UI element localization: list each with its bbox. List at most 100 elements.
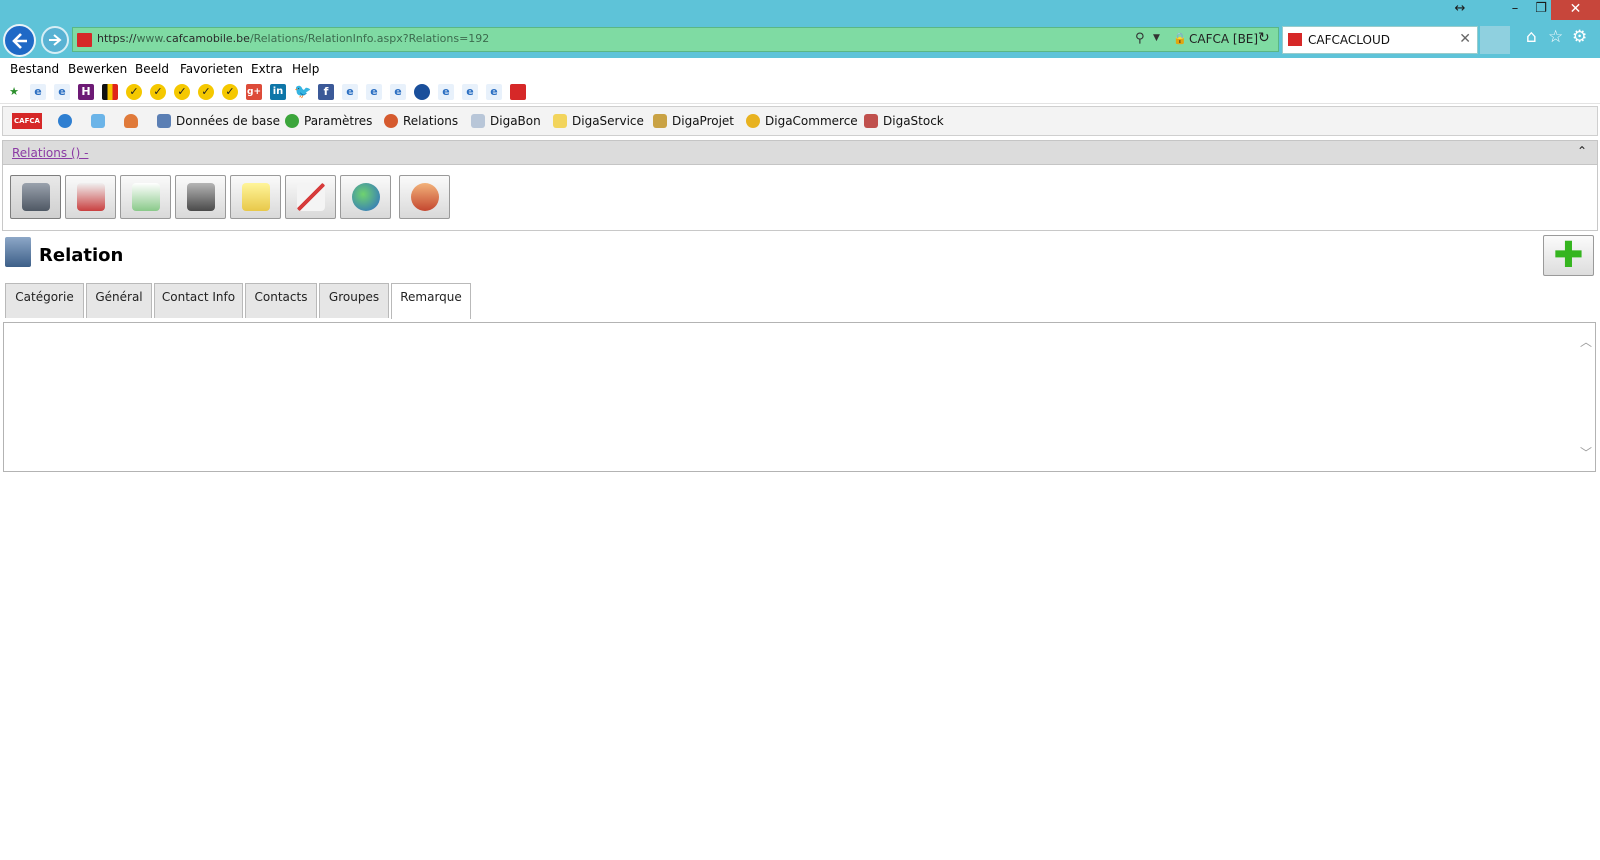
add-button[interactable]: ✚ [1543, 235, 1594, 276]
yellow-site-icon[interactable]: ✓ [174, 84, 190, 100]
close-icon[interactable]: ✕ [1459, 31, 1471, 47]
address-bar[interactable]: https://www.cafcamobile.be/Relations/Rel… [72, 27, 1279, 52]
menu-help[interactable]: Help [292, 62, 319, 76]
web-button[interactable] [340, 175, 391, 219]
no-document-button[interactable] [285, 175, 336, 219]
resize-icon[interactable]: ↔ [1447, 0, 1473, 20]
menu-bestand[interactable]: Bestand [10, 62, 59, 76]
url-domain: cafcamobile.be [165, 32, 250, 45]
url-path: /Relations/RelationInfo.aspx?Relations=1… [249, 32, 490, 45]
settings-icon [285, 114, 299, 128]
menu-digaservice[interactable]: DigaService [553, 107, 644, 135]
menu-digabon[interactable]: DigaBon [471, 107, 541, 135]
browser-menubar: Bestand Bewerken Beeld Favorieten Extra … [0, 58, 1600, 80]
sync-menu-icon[interactable] [91, 107, 105, 135]
forward-button[interactable] [41, 26, 69, 54]
new-tab-button[interactable] [1480, 26, 1510, 54]
tab-contact-info[interactable]: Contact Info [154, 283, 243, 318]
envelope-icon [131, 183, 160, 211]
add-favorite-icon[interactable]: ★ [6, 84, 22, 100]
yellow-site-icon[interactable]: ✓ [222, 84, 238, 100]
menu-extra[interactable]: Extra [251, 62, 283, 76]
remark-textarea[interactable] [5, 324, 1579, 470]
scroll-up-icon[interactable]: ︿ [1580, 333, 1592, 350]
menu-digastock[interactable]: DigaStock [864, 107, 944, 135]
address-url[interactable]: https://www.cafcamobile.be/Relations/Rel… [97, 32, 489, 45]
close-window-button[interactable]: ✕ [1551, 0, 1600, 20]
home-icon[interactable]: ⌂ [1526, 27, 1537, 47]
contacts-button[interactable] [399, 175, 450, 219]
user-menu-icon[interactable] [124, 107, 138, 135]
forward-arrow-icon [49, 34, 62, 46]
breadcrumb-link[interactable]: Relations () - [12, 146, 88, 160]
tab-categorie[interactable]: Catégorie [5, 283, 84, 318]
linkedin-icon[interactable]: in [270, 84, 286, 100]
mail-button[interactable] [120, 175, 171, 219]
menu-label: DigaBon [490, 114, 541, 128]
certificate-label[interactable]: CAFCA [BE] [1189, 32, 1258, 46]
ie-link-icon[interactable]: e [30, 84, 46, 100]
tab-groupes[interactable]: Groupes [319, 283, 389, 318]
document-blocked-icon [296, 183, 325, 211]
twitter-icon[interactable]: 🐦 [294, 84, 311, 100]
back-button[interactable] [3, 24, 36, 57]
relation-icon-toolbar [2, 165, 1598, 231]
menu-label: DigaStock [883, 114, 944, 128]
tab-title: CAFCACLOUD [1308, 33, 1390, 47]
tab-contacts[interactable]: Contacts [245, 283, 317, 318]
building-button[interactable] [10, 175, 61, 219]
globe-menu-icon[interactable] [58, 107, 72, 135]
tab-remarque[interactable]: Remarque [391, 283, 471, 319]
h-logo-icon[interactable]: H [78, 84, 94, 100]
folder-icon [241, 183, 270, 211]
ie-link-icon[interactable]: e [342, 84, 358, 100]
ie-link-icon[interactable]: e [486, 84, 502, 100]
back-arrow-icon [11, 32, 27, 49]
yellow-site-icon[interactable]: ✓ [126, 84, 142, 100]
facebook-icon[interactable]: f [318, 84, 334, 100]
url-subdomain: www. [136, 32, 166, 45]
ie-link-icon[interactable]: e [438, 84, 454, 100]
gear-icon[interactable]: ⚙ [1572, 27, 1587, 47]
tab-favicon-icon [1288, 33, 1302, 46]
cafca-logo[interactable]: CAFCA [12, 113, 42, 129]
gift-button[interactable] [65, 175, 116, 219]
scroll-down-icon[interactable]: ﹀ [1580, 444, 1592, 461]
refresh-icon[interactable]: ↻ [1258, 30, 1270, 46]
chevron-down-icon[interactable]: ▼ [1153, 33, 1160, 43]
ie-link-icon[interactable]: e [390, 84, 406, 100]
page-title: Relation [39, 245, 124, 266]
cafca-logo-icon[interactable] [510, 84, 526, 100]
ie-link-icon[interactable]: e [54, 84, 70, 100]
globe-icon[interactable] [414, 84, 430, 100]
browser-tab[interactable]: CAFCACLOUD ✕ [1282, 26, 1478, 54]
browser-nav-row: https://www.cafcamobile.be/Relations/Rel… [0, 20, 1600, 58]
tab-general[interactable]: Général [86, 283, 152, 318]
app-main-menu: CAFCA Données de base Paramètres Relatio… [2, 106, 1598, 136]
ie-link-icon[interactable]: e [462, 84, 478, 100]
collapse-icon[interactable]: ⌃ [1577, 144, 1587, 158]
menu-parametres[interactable]: Paramètres [285, 107, 372, 135]
yellow-site-icon[interactable]: ✓ [198, 84, 214, 100]
building-icon [5, 237, 31, 267]
menu-relations[interactable]: Relations [384, 107, 458, 135]
belgium-flag-icon[interactable] [102, 84, 118, 100]
menu-bewerken[interactable]: Bewerken [68, 62, 127, 76]
minimize-button[interactable]: – [1502, 0, 1528, 20]
project-icon [653, 114, 667, 128]
favorites-star-icon[interactable]: ☆ [1548, 27, 1563, 47]
google-plus-icon[interactable]: g+ [246, 84, 262, 100]
search-icon[interactable]: ⚲ [1135, 31, 1145, 46]
folder-button[interactable] [230, 175, 281, 219]
menu-donnees-de-base[interactable]: Données de base [157, 107, 280, 135]
yellow-site-icon[interactable]: ✓ [150, 84, 166, 100]
lock-icon[interactable]: 🔒 [1173, 32, 1187, 45]
ie-link-icon[interactable]: e [366, 84, 382, 100]
phone-button[interactable] [175, 175, 226, 219]
menu-favorieten[interactable]: Favorieten [180, 62, 243, 76]
menu-label: Paramètres [304, 114, 373, 128]
menu-digacommerce[interactable]: DigaCommerce [746, 107, 858, 135]
menu-digaprojet[interactable]: DigaProjet [653, 107, 734, 135]
menu-beeld[interactable]: Beeld [135, 62, 169, 76]
database-icon [157, 114, 171, 128]
